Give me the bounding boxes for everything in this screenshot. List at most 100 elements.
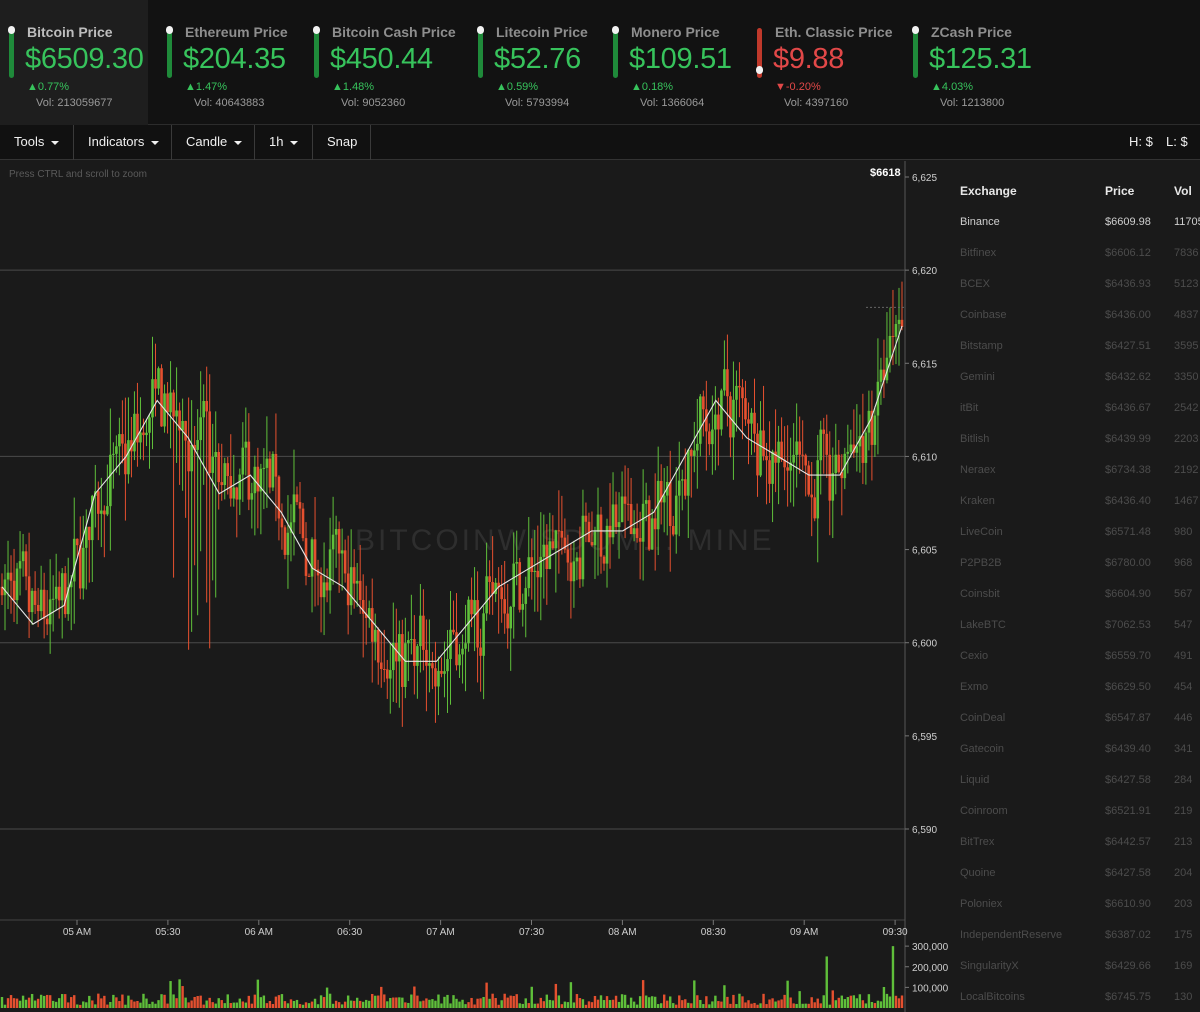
table-row[interactable]: BCEX $6436.93 5123 <box>950 223 1200 290</box>
volume-bar <box>214 1003 217 1008</box>
volume-bar <box>349 1000 353 1008</box>
volume-tick-label: 200,000 <box>912 963 949 974</box>
volume-bar <box>36 998 40 1008</box>
ticker-bitcoin[interactable]: Bitcoin Price $6509.30 ▲0.77% Vol: 21305… <box>0 0 148 125</box>
candle-body <box>711 429 714 445</box>
table-row[interactable]: Coinbase $6436.00 4837 <box>950 254 1200 321</box>
table-row[interactable]: Cexio $6559.70 491 <box>950 595 1200 662</box>
table-row[interactable]: Neraex $6734.38 2192 <box>950 409 1200 476</box>
table-row[interactable]: LocalBitcoins $6745.75 130 <box>950 936 1200 1003</box>
volume-tick-label: 300,000 <box>912 942 949 953</box>
volume-bar <box>455 998 458 1008</box>
candle-body <box>319 575 323 598</box>
interval-dropdown[interactable]: 1h <box>255 125 313 160</box>
volume-bar <box>112 994 115 1008</box>
candle-body <box>452 629 455 633</box>
volume-bar <box>70 997 73 1008</box>
table-row[interactable]: LiveCoin $6571.48 980 <box>950 471 1200 538</box>
y-tick-label: 6,620 <box>912 266 937 277</box>
volume-bar <box>169 981 172 1008</box>
table-row[interactable]: SingularityX $6429.66 169 <box>950 905 1200 972</box>
volume-bar <box>304 1002 308 1008</box>
tools-dropdown[interactable]: Tools <box>0 125 74 160</box>
volume-bar <box>611 999 615 1008</box>
volume-bar <box>247 995 251 1008</box>
table-row[interactable]: Kraken $6436.40 1467 <box>950 440 1200 507</box>
table-row[interactable]: Gatecoin $6439.40 341 <box>950 688 1200 755</box>
volume-bar <box>885 993 889 1008</box>
volume-bar <box>834 1000 837 1008</box>
y-tick-label: 6,610 <box>912 452 937 463</box>
volume-bar <box>48 995 52 1008</box>
candle-body <box>118 434 121 447</box>
candle-body <box>24 551 28 577</box>
volume-bar <box>494 998 497 1008</box>
volume-bar <box>476 998 479 1008</box>
candle-body <box>277 476 281 519</box>
volume-bar <box>0 996 4 1008</box>
candle-body <box>677 480 681 496</box>
candle-body <box>75 538 79 546</box>
volume-bar <box>840 995 843 1008</box>
price-chart[interactable]: BITCOINWISDOM... MINE 6,6256,6206,6156,6… <box>0 161 950 1012</box>
volume-bar <box>241 1001 245 1008</box>
table-row[interactable]: Quoine $6427.58 204 <box>950 812 1200 879</box>
volume-bar <box>584 1004 588 1008</box>
table-row[interactable]: Bitfinex $6606.12 7836 <box>950 192 1200 259</box>
volume-bar <box>274 996 278 1008</box>
volume-bar <box>365 999 368 1008</box>
candle-dropdown[interactable]: Candle <box>172 125 255 160</box>
volume-bar <box>488 998 491 1008</box>
candle-body <box>617 522 621 528</box>
candle-body <box>416 646 419 666</box>
table-row[interactable]: P2PB2B $6780.00 968 <box>950 502 1200 569</box>
ticker-litecoin[interactable]: Litecoin Price $52.76 ▲0.59% Vol: 579399… <box>469 0 599 125</box>
exchange-price: $6745.75 <box>1105 991 1151 1003</box>
x-tick-label: 05:30 <box>155 927 180 938</box>
candle-body <box>575 557 579 562</box>
table-row[interactable]: Bitlish $6439.99 2203 <box>950 378 1200 445</box>
table-row[interactable]: Poloniex $6610.90 203 <box>950 843 1200 910</box>
table-row[interactable]: IndependentReserve $6387.02 175 <box>950 874 1200 941</box>
ticker-monero[interactable]: Monero Price $109.51 ▲0.18% Vol: 1366064 <box>604 0 744 125</box>
volume-bar <box>452 995 455 1008</box>
volume-bar <box>491 993 494 1008</box>
table-row[interactable]: Gemini $6432.62 3350 <box>950 316 1200 383</box>
volume-bar <box>283 1001 287 1008</box>
candle-body <box>473 600 476 615</box>
volume-bar <box>473 1004 476 1008</box>
candle-body <box>184 420 187 441</box>
volume-bar <box>175 998 178 1008</box>
table-row[interactable]: Coinsbit $6604.90 567 <box>950 533 1200 600</box>
volume-bar <box>482 997 485 1008</box>
ticker-ethereum[interactable]: Ethereum Price $204.35 ▲1.47% Vol: 40643… <box>158 0 306 125</box>
y-tick-label: 6,605 <box>912 546 937 557</box>
candle-body <box>738 385 741 388</box>
ticker-eth-classic[interactable]: Eth. Classic Price $9.88 ▼-0.20% Vol: 43… <box>748 0 893 125</box>
volume-bar <box>870 1002 874 1008</box>
table-row[interactable]: Liquid $6427.58 284 <box>950 719 1200 786</box>
table-row[interactable]: Exmo $6629.50 454 <box>950 626 1200 693</box>
volume-bar <box>27 997 31 1008</box>
table-row[interactable]: LakeBTC $7062.53 547 <box>950 564 1200 631</box>
volume-bar <box>265 1003 269 1008</box>
volume-bar <box>849 995 853 1008</box>
volume-bar <box>831 990 834 1008</box>
table-row[interactable]: CoinDeal $6547.87 446 <box>950 657 1200 724</box>
snap-button[interactable]: Snap <box>313 125 371 160</box>
volume-bar <box>566 1002 570 1008</box>
ticker-bitcoin-cash[interactable]: Bitcoin Cash Price $450.44 ▲1.48% Vol: 9… <box>305 0 465 125</box>
volume-bar <box>711 1001 714 1008</box>
table-row[interactable]: itBit $6436.67 2542 <box>950 347 1200 414</box>
volume-bar <box>900 995 904 1008</box>
table-row[interactable]: BitTrex $6442.57 213 <box>950 781 1200 848</box>
coin-name: Litecoin Price <box>496 24 588 40</box>
candle-body <box>81 547 85 589</box>
volume-bar <box>425 998 428 1008</box>
table-row[interactable]: Coinroom $6521.91 219 <box>950 750 1200 817</box>
indicators-dropdown[interactable]: Indicators <box>74 125 172 160</box>
table-row[interactable]: Binance$6609.9811705 <box>950 161 1200 228</box>
candle-body <box>310 539 314 577</box>
ticker-zcash[interactable]: ZCash Price $125.31 ▲4.03% Vol: 1213800 <box>904 0 1044 125</box>
table-row[interactable]: Bitstamp $6427.51 3595 <box>950 285 1200 352</box>
